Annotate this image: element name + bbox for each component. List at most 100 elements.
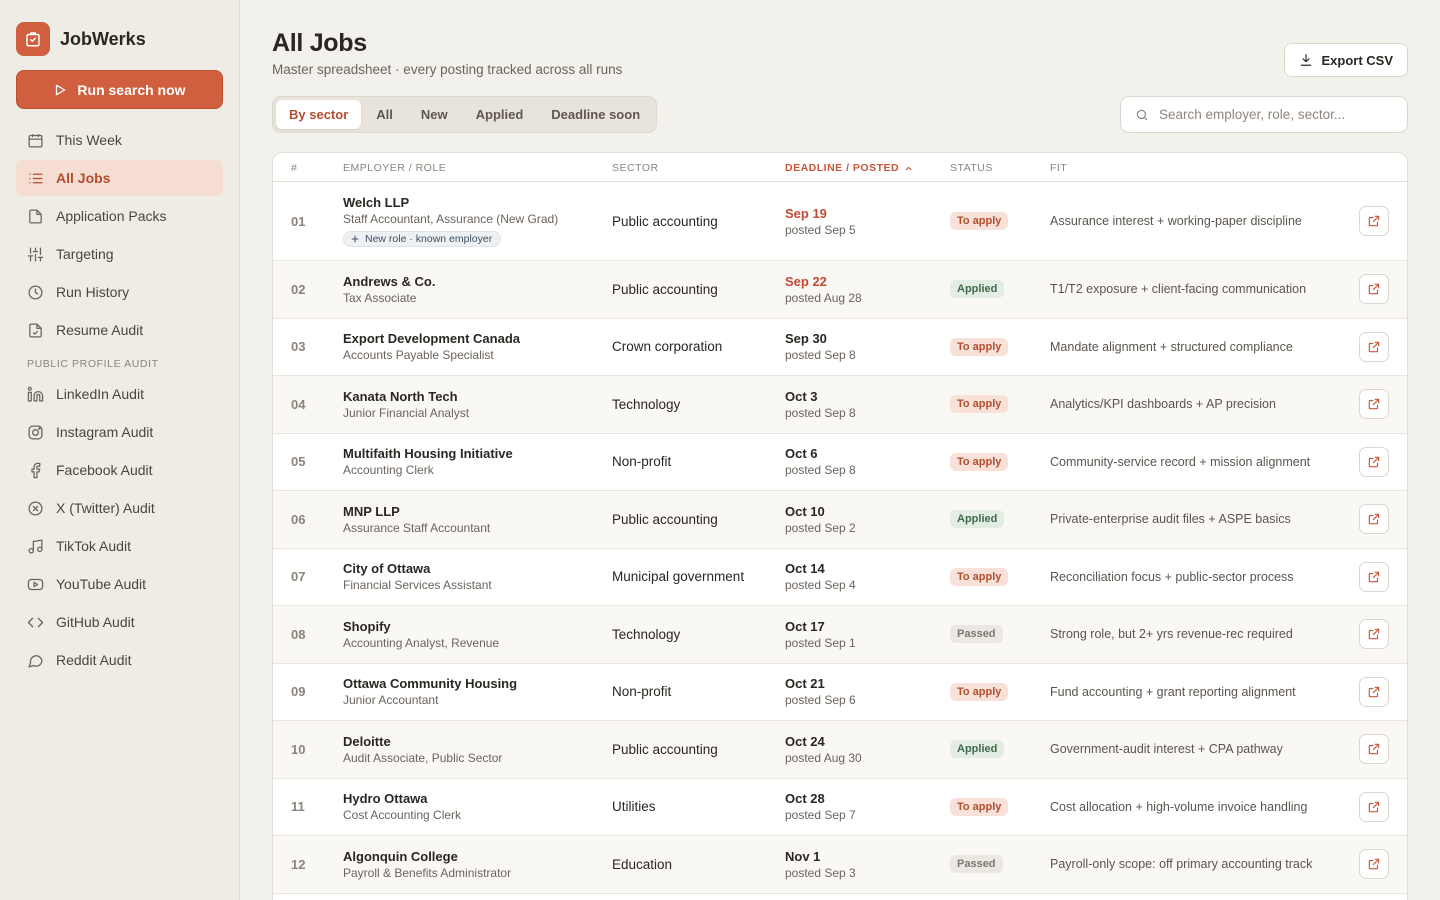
sidebar-item-application-packs[interactable]: Application Packs — [16, 198, 223, 234]
deadline-date: Oct 3 — [785, 388, 818, 404]
sidebar-item-this-week[interactable]: This Week — [16, 122, 223, 158]
tab-by-sector[interactable]: By sector — [276, 100, 362, 129]
table-row[interactable]: 05 Multifaith Housing Initiative Accountin… — [273, 434, 1407, 491]
open-posting-button[interactable] — [1359, 446, 1389, 477]
table-row[interactable]: 12 Algonquin College Payroll & Benefits Ad… — [273, 836, 1407, 894]
table-row[interactable]: 07 City of Ottawa Financial Services Assis… — [273, 549, 1407, 606]
sector-cell: Technology — [612, 626, 681, 642]
column-header-deadline[interactable]: Deadline / Posted — [785, 162, 913, 174]
role-title: Junior Financial Analyst — [343, 405, 470, 420]
deadline-date: Sep 30 — [785, 331, 827, 347]
open-posting-button[interactable] — [1359, 206, 1389, 236]
open-cell — [1359, 549, 1389, 606]
deadline-cell: Oct 17 posted Sep 1 — [785, 606, 856, 663]
chat-bubble-icon — [28, 654, 43, 668]
table-row[interactable]: 08 Shopify Accounting Analyst, Revenue Tech… — [273, 606, 1407, 664]
status-badge: To apply — [950, 395, 1009, 414]
sidebar-item-linkedin-audit[interactable]: LinkedIn Audit — [16, 376, 223, 412]
sector-cell: Utilities — [612, 799, 656, 815]
run-search-button[interactable]: Run search now — [16, 70, 223, 109]
column-header-employer[interactable]: Employer / Role — [343, 162, 446, 174]
export-csv-button[interactable]: Export CSV — [1284, 43, 1408, 77]
open-posting-button[interactable] — [1359, 504, 1389, 535]
employer-cell: Shopify Accounting Analyst, Revenue — [343, 606, 603, 663]
row-number: 02 — [291, 281, 306, 297]
tab-new[interactable]: New — [408, 100, 461, 129]
tab-deadline-soon[interactable]: Deadline soon — [538, 100, 653, 129]
sidebar-item-reddit-audit[interactable]: Reddit Audit — [16, 642, 223, 678]
open-cell — [1359, 182, 1389, 260]
column-header-fit[interactable]: Fit — [1050, 162, 1067, 174]
sidebar-item-all-jobs[interactable]: All Jobs — [16, 160, 223, 196]
linkedin-icon — [27, 386, 44, 402]
table-row[interactable]: 04 Kanata North Tech Junior Financial Anal… — [273, 376, 1407, 434]
fit-cell: Community-service record + mission align… — [1050, 454, 1311, 469]
status-badge: Passed — [950, 855, 1003, 874]
sidebar-item-x-twitter-audit[interactable]: X (Twitter) Audit — [16, 490, 223, 526]
open-posting-button[interactable] — [1359, 619, 1389, 650]
sidebar-item-targeting[interactable]: Targeting — [16, 236, 223, 272]
column-header-sector[interactable]: Sector — [612, 162, 659, 174]
fit-cell: T1/T2 exposure + client-facing communica… — [1050, 282, 1307, 297]
status-cell: To apply — [950, 779, 1009, 836]
open-posting-button[interactable] — [1359, 561, 1389, 592]
sidebar-item-youtube-audit[interactable]: YouTube Audit — [16, 566, 223, 602]
sidebar-item-run-history[interactable]: Run History — [16, 274, 223, 310]
column-header-deadline-label: Deadline / Posted — [785, 162, 900, 174]
deadline-cell: Oct 6 posted Sep 8 — [785, 434, 856, 491]
role-title: Audit Associate, Public Sector — [343, 750, 503, 765]
employer-name: Multifaith Housing Initiative — [343, 446, 513, 462]
run-search-label: Run search now — [77, 81, 186, 98]
status-cell: To apply — [950, 434, 1009, 491]
brand[interactable]: JobWerks — [16, 22, 146, 56]
deadline-date: Oct 24 — [785, 733, 825, 749]
open-posting-button[interactable] — [1359, 849, 1389, 880]
sector-cell: Public accounting — [612, 213, 718, 229]
sector-cell: Non-profit — [612, 684, 672, 700]
open-posting-button[interactable] — [1359, 331, 1389, 362]
new-role-tag: New role · known employer — [343, 231, 502, 247]
sidebar-item-label: Facebook Audit — [56, 462, 153, 478]
open-posting-button[interactable] — [1359, 274, 1389, 305]
open-posting-button[interactable] — [1359, 734, 1389, 765]
sidebar-item-resume-audit[interactable]: Resume Audit — [16, 312, 223, 348]
table-body: 01 Welch LLP Staff Accountant, Assurance (… — [273, 182, 1407, 894]
table-row[interactable]: 11 Hydro Ottawa Cost Accounting Clerk Utili… — [273, 779, 1407, 836]
status-cell: To apply — [950, 664, 1009, 721]
tab-all[interactable]: All — [363, 100, 406, 129]
employer-cell: Kanata North Tech Junior Financial Analys… — [343, 376, 603, 433]
employer-name: Welch LLP — [343, 195, 410, 210]
sidebar-item-label: Reddit Audit — [56, 652, 132, 668]
table-row[interactable]: 10 Deloitte Audit Associate, Public Sector… — [273, 721, 1407, 779]
open-posting-button[interactable] — [1359, 676, 1389, 707]
fit-cell: Mandate alignment + structured complianc… — [1050, 339, 1293, 354]
posted-date: posted Sep 3 — [785, 865, 856, 880]
status-badge: Applied — [950, 510, 1005, 529]
sidebar-item-tiktok-audit[interactable]: TikTok Audit — [16, 528, 223, 564]
sidebar-item-facebook-audit[interactable]: Facebook Audit — [16, 452, 223, 488]
employer-name: Hydro Ottawa — [343, 791, 428, 807]
sidebar-item-instagram-audit[interactable]: Instagram Audit — [16, 414, 223, 450]
search-input[interactable] — [1159, 107, 1389, 122]
calendar-icon — [28, 133, 43, 148]
status-cell: Passed — [950, 606, 1003, 663]
employer-cell: Ottawa Community Housing Junior Accountan… — [343, 664, 603, 721]
table-row[interactable]: 01 Welch LLP Staff Accountant, Assurance (… — [273, 182, 1407, 261]
table-row[interactable]: 02 Andrews & Co. Tax Associate Public accou… — [273, 261, 1407, 319]
table-row[interactable]: 06 MNP LLP Assurance Staff Accountant Publi… — [273, 491, 1407, 549]
sidebar-item-github-audit[interactable]: GitHub Audit — [16, 604, 223, 640]
status-badge: To apply — [950, 797, 1009, 816]
column-header-num[interactable]: # — [291, 162, 297, 174]
fit-cell: Assurance interest + working-paper disci… — [1050, 214, 1302, 228]
table-row[interactable]: 03 Export Development Canada Accounts Paya… — [273, 319, 1407, 376]
facebook-icon — [31, 462, 41, 478]
open-posting-button[interactable] — [1359, 389, 1389, 420]
open-cell — [1359, 319, 1389, 376]
sector-cell: Non-profit — [612, 454, 672, 470]
tab-applied[interactable]: Applied — [463, 100, 537, 129]
employer-name: MNP LLP — [343, 503, 400, 519]
open-posting-button[interactable] — [1359, 791, 1389, 822]
table-row[interactable]: 09 Ottawa Community Housing Junior Account… — [273, 664, 1407, 721]
external-link-icon — [1368, 456, 1380, 467]
column-header-status[interactable]: Status — [950, 162, 993, 174]
